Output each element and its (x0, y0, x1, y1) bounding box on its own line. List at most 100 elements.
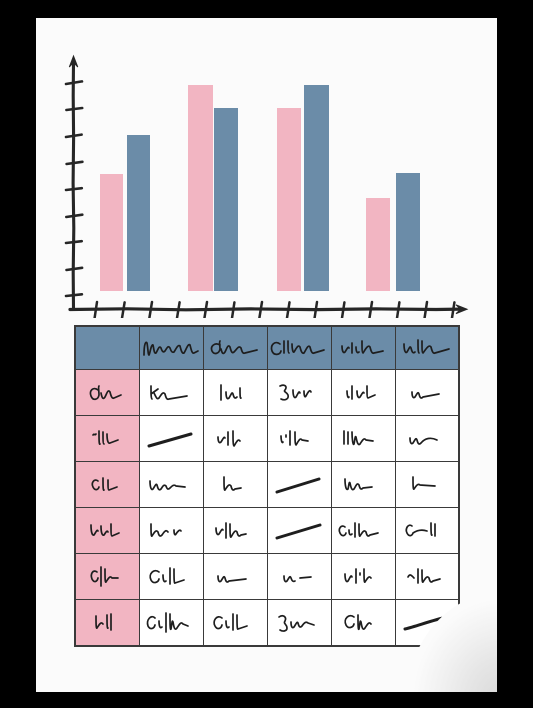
table-cell (138, 553, 204, 600)
table-row (74, 415, 460, 462)
table-cell (330, 553, 396, 600)
table-cell (394, 461, 460, 508)
squiggle-icon (213, 612, 248, 631)
table-cell (202, 461, 268, 508)
paper-sheet (36, 18, 497, 692)
squiggle-icon (344, 613, 372, 630)
row-header-cell (74, 507, 140, 554)
table-header-cell-4 (330, 325, 396, 370)
table-header-cell-2 (202, 325, 268, 370)
row-header-cell (74, 415, 140, 462)
squiggle-icon (402, 339, 450, 355)
stroke-icon (275, 523, 322, 539)
table-cell (266, 415, 332, 462)
squiggle-icon (217, 429, 241, 447)
table-header (74, 325, 460, 370)
squiggle-icon (410, 390, 440, 399)
bar-g2-series-b (214, 108, 238, 291)
data-table-wrapper (74, 325, 460, 647)
table-cell (138, 415, 204, 462)
squiggle-icon (92, 429, 120, 445)
squiggle-icon (338, 521, 379, 538)
table-cell (266, 599, 332, 647)
table-cell (266, 507, 332, 554)
squiggle-icon (217, 574, 247, 583)
squiggle-icon (90, 522, 121, 537)
bar-g3-series-a (277, 108, 301, 291)
squiggle-icon (346, 384, 376, 400)
squiggle-icon (278, 614, 315, 632)
table-cell (202, 553, 268, 600)
bar-g2-series-a (188, 85, 213, 291)
table-cell (330, 461, 396, 508)
squiggle-icon (89, 384, 123, 400)
row-header-cell (74, 461, 140, 508)
bar-g4-series-b (396, 173, 420, 291)
bar-chart (36, 18, 497, 318)
table-row (74, 599, 460, 647)
squiggle-icon (210, 340, 258, 355)
table-cell (330, 415, 396, 462)
bar-g4-series-a (366, 198, 390, 291)
table-header-cell-5 (394, 325, 460, 370)
squiggle-icon (405, 521, 436, 537)
stroke-icon (403, 615, 449, 630)
squiggle-icon (149, 566, 185, 585)
stroke-icon (147, 432, 193, 447)
bar-g1-series-a (100, 174, 123, 291)
y-axis (64, 54, 84, 311)
squiggle-icon (223, 475, 242, 491)
table-header-row (74, 325, 460, 370)
table-cell (202, 369, 268, 416)
squiggle-icon (280, 429, 309, 446)
squiggle-icon (279, 383, 312, 401)
squiggle-icon (150, 384, 188, 400)
screenshot-stage (0, 0, 533, 708)
x-axis (68, 300, 469, 318)
bar-chart-svg (64, 54, 469, 318)
bar-g3-series-b (304, 85, 329, 291)
squiggle-icon (95, 612, 113, 631)
table-header-cell-1 (138, 325, 204, 370)
squiggle-icon (150, 522, 182, 537)
table-cell (138, 369, 204, 416)
table-cell (202, 599, 268, 647)
squiggle-icon (283, 574, 312, 582)
table-cell (330, 599, 396, 647)
row-header-cell (74, 599, 140, 647)
table-corner-cell (74, 325, 140, 370)
row-header-cell (74, 553, 140, 600)
table-header-cell-3 (266, 325, 332, 370)
table-cell (394, 553, 460, 600)
squiggle-icon (91, 476, 119, 491)
squiggle-icon (149, 479, 186, 491)
table-cell (394, 415, 460, 462)
table-row (74, 507, 460, 554)
table-cell (202, 415, 268, 462)
table-cell (138, 507, 204, 554)
table-row (74, 369, 460, 416)
table-cell (266, 553, 332, 600)
squiggle-icon (215, 521, 247, 539)
squiggle-icon (220, 383, 242, 401)
table-cell (138, 599, 204, 647)
table-body (74, 369, 460, 647)
squiggle-icon (411, 475, 436, 490)
squiggle-icon (143, 341, 199, 356)
table-cell (266, 461, 332, 508)
table-cell (394, 507, 460, 554)
table-cell (394, 599, 460, 647)
squiggle-icon (406, 567, 441, 584)
squiggle-icon (146, 611, 189, 633)
table-cell (138, 461, 204, 508)
chart-bars (100, 85, 420, 291)
table-cell (330, 507, 396, 554)
table-cell (394, 369, 460, 416)
table-row (74, 553, 460, 600)
squiggle-icon (344, 477, 373, 490)
squiggle-icon (341, 340, 384, 355)
stroke-icon (275, 477, 321, 493)
bar-g1-series-b (127, 135, 150, 291)
table-row (74, 461, 460, 508)
squiggle-icon (90, 565, 120, 587)
